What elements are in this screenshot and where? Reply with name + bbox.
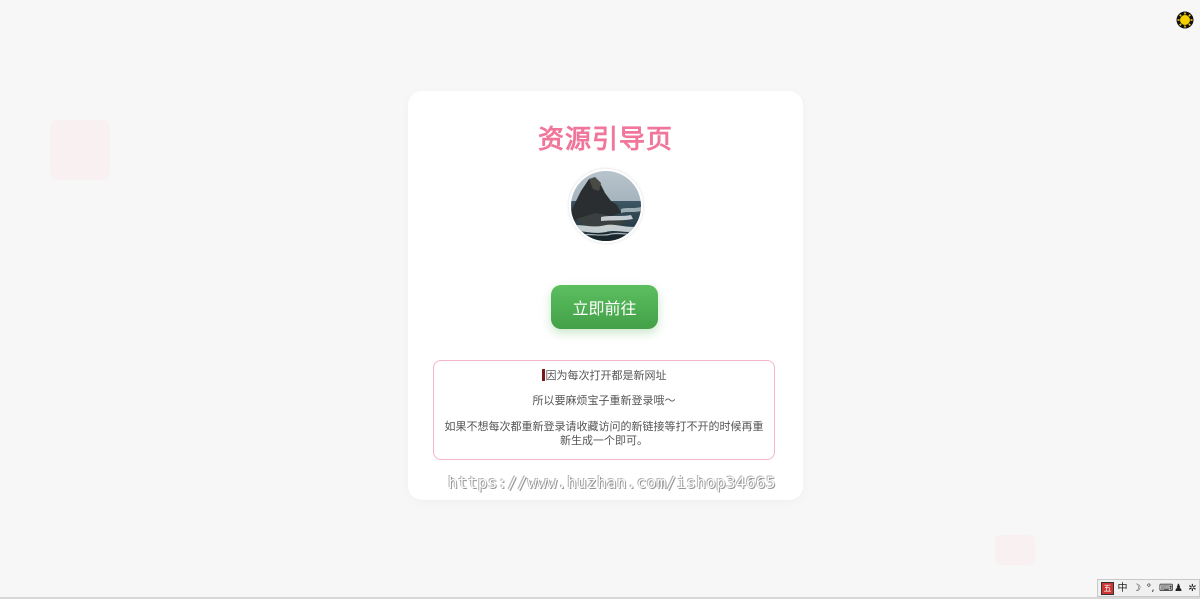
notice-line-1-text: 因为每次打开都是新网址 [545,369,667,382]
ime-logo-icon[interactable]: 五 [1101,581,1114,595]
sun-icon[interactable] [1175,10,1195,30]
go-now-button[interactable]: 立即前往 [551,285,658,329]
notice-line-3: 如果不想每次都重新登录请收藏访问的新链接等打不开的时候再重新生成一个即可。 [444,420,764,447]
notice-box: 因为每次打开都是新网址 所以要麻烦宝子重新登录哦～ 如果不想每次都重新登录请收藏… [433,360,775,460]
user-icon[interactable]: ♟ [1173,583,1184,594]
notice-line-1: 因为每次打开都是新网址 [442,369,766,383]
ime-language-toggle[interactable]: 中 [1117,583,1128,594]
page-title: 资源引导页 [537,125,673,155]
background-decoration [995,535,1035,565]
ime-toolbar[interactable]: 五 中 ☽ °, ⌨ ♟ ✲ [1097,579,1200,597]
watermark-url: https://www.huzhan.com/ishop34665 [448,473,776,492]
moon-icon[interactable]: ☽ [1131,583,1142,594]
avatar [569,169,643,243]
coastal-rock-image [571,171,641,241]
punctuation-icon[interactable]: °, [1145,583,1156,594]
background-decoration [50,120,110,180]
page: 资源引导页 立即前往 因为每次打开都是新网址 所以要麻烦宝子重新登录哦～ 如果不… [0,0,1200,599]
settings-icon[interactable]: ✲ [1187,583,1198,594]
marker-bar-icon [541,369,545,381]
notice-line-2: 所以要麻烦宝子重新登录哦～ [532,394,676,407]
keyboard-icon[interactable]: ⌨ [1159,583,1173,594]
guide-card: 资源引导页 立即前往 因为每次打开都是新网址 所以要麻烦宝子重新登录哦～ 如果不… [408,91,803,500]
